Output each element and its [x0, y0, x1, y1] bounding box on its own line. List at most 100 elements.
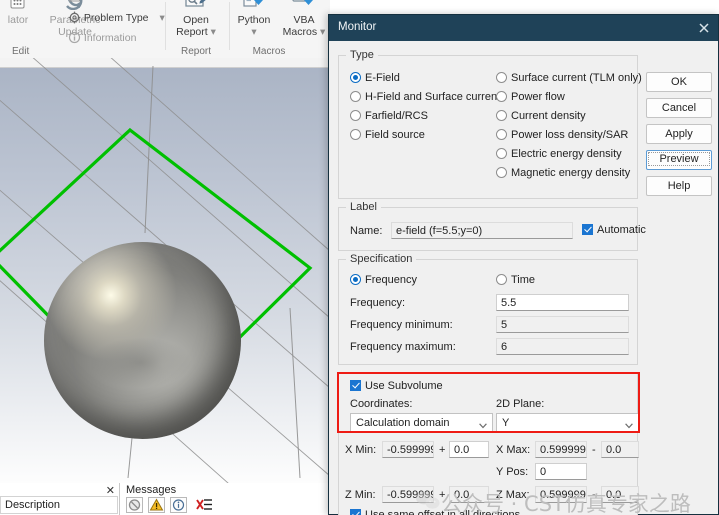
checkbox-icon	[350, 509, 361, 515]
ribbon-button-parameters-label: Parameters	[84, 0, 138, 3]
messages-title: Messages	[126, 484, 177, 496]
z-min-input[interactable]: -0.599999	[382, 486, 434, 503]
x-min-offset-input[interactable]: 0.0	[449, 441, 489, 458]
monitor-dialog: Monitor Type E-Field H-Field and Surface…	[328, 14, 719, 515]
frequency-label: Frequency:	[350, 297, 406, 309]
info-icon[interactable]	[170, 497, 187, 513]
ribbon-group-macros: Python ▾ VB VBA Macros ▾ Macros	[230, 0, 328, 58]
x-max-offset-input[interactable]: 0.0	[601, 441, 639, 458]
x-min-label: X Min:	[345, 444, 377, 456]
frequency-minimum-input[interactable]: 5	[496, 316, 629, 333]
chevron-down-icon[interactable]: ▾	[208, 26, 216, 38]
radio-electric-energy-density[interactable]: Electric energy density	[496, 148, 622, 160]
2d-plane-select[interactable]: Y	[496, 413, 639, 432]
coordinates-select-value: Calculation domain	[356, 417, 450, 429]
ribbon-button-problem-type[interactable]: Problem Type ▾	[68, 11, 178, 27]
sphere-object[interactable]	[44, 242, 241, 439]
ribbon-button-open-report-label-2: Report	[176, 26, 208, 38]
ribbon-button-parameters[interactable]: p Parameters	[68, 0, 158, 6]
ribbon-toolbar: lator x Parametric Update p	[0, 0, 330, 59]
open-report-icon	[166, 0, 226, 13]
coordinates-select[interactable]: Calculation domain	[350, 413, 493, 432]
3d-model-view[interactable]	[0, 58, 331, 483]
radio-power-loss-density-sar[interactable]: Power loss density/SAR	[496, 129, 628, 141]
help-button[interactable]: Help	[646, 176, 712, 196]
radio-dot-icon	[350, 72, 361, 83]
checkbox-icon	[582, 224, 593, 235]
checkbox-icon	[350, 380, 361, 391]
radio-field-source-label: Field source	[365, 129, 425, 141]
radio-field-source[interactable]: Field source	[350, 129, 425, 141]
radio-power-flow[interactable]: Power flow	[496, 91, 565, 103]
radio-farfield-rcs-label: Farfield/RCS	[365, 110, 428, 122]
radio-magnetic-energy-density-label: Magnetic energy density	[511, 167, 631, 179]
name-input[interactable]: e-field (f=5.5;y=0)	[391, 222, 573, 239]
x-max-input[interactable]: 0.599999	[535, 441, 587, 458]
radio-frequency-label: Frequency	[365, 274, 417, 286]
z-max-offset-input[interactable]: 0.0	[601, 486, 639, 503]
app-window: lator x Parametric Update p	[0, 0, 719, 515]
radio-h-field-surface-current-label: H-Field and Surface current	[365, 91, 501, 103]
column-header-description[interactable]: Description	[0, 496, 118, 514]
y-pos-input[interactable]: 0	[535, 463, 587, 480]
type-group: Type E-Field H-Field and Surface current…	[338, 49, 642, 199]
preview-button[interactable]: Preview	[646, 150, 712, 170]
cancel-button[interactable]: Cancel	[646, 98, 712, 118]
chevron-down-icon[interactable]: ▾	[251, 26, 256, 38]
chevron-down-icon	[479, 420, 487, 429]
automatic-checkbox[interactable]: Automatic	[582, 224, 646, 236]
radio-h-field-surface-current[interactable]: H-Field and Surface current	[350, 91, 500, 103]
radio-e-field-label: E-Field	[365, 72, 400, 84]
close-icon[interactable]	[694, 19, 714, 37]
2d-plane-select-value: Y	[502, 417, 510, 429]
svg-text:VB: VB	[295, 0, 305, 1]
ribbon-button-open-report[interactable]: Open Report ▾	[166, 0, 226, 38]
dialog-title-bar[interactable]: Monitor	[329, 15, 718, 41]
ribbon-button-vba-macros[interactable]: VB VBA Macros ▾	[278, 0, 330, 38]
dialog-title: Monitor	[338, 21, 377, 33]
radio-time[interactable]: Time	[496, 274, 535, 286]
ribbon-button-simulator[interactable]: lator	[0, 0, 40, 26]
radio-dot-icon	[496, 129, 507, 140]
radio-farfield-rcs[interactable]: Farfield/RCS	[350, 110, 428, 122]
apply-button[interactable]: Apply	[646, 124, 712, 144]
x-min-input[interactable]: -0.599999	[382, 441, 434, 458]
radio-dot-icon	[496, 91, 507, 102]
radio-electric-energy-density-label: Electric energy density	[511, 148, 622, 160]
radio-magnetic-energy-density[interactable]: Magnetic energy density	[496, 167, 630, 179]
ribbon-button-python[interactable]: Python ▾	[228, 0, 280, 38]
y-pos-label: Y Pos:	[496, 466, 529, 478]
calculator-icon	[0, 0, 40, 13]
ribbon-button-simulator-label: lator	[7, 14, 29, 26]
ribbon-group-edit-label: Edit	[12, 46, 30, 57]
info-icon	[68, 31, 81, 47]
radio-dot-icon	[350, 110, 361, 121]
chevron-down-icon[interactable]: ▾	[317, 26, 325, 38]
frequency-input[interactable]: 5.5	[496, 294, 629, 311]
radio-current-density-label: Current density	[511, 110, 586, 122]
svg-text:p: p	[71, 0, 75, 1]
specification-group-caption: Specification	[346, 253, 417, 265]
python-macros-icon	[228, 0, 280, 13]
radio-surface-current-tlm[interactable]: Surface current (TLM only)	[496, 72, 642, 84]
z-min-offset-input[interactable]: 0.0	[449, 486, 489, 503]
radio-surface-current-tlm-label: Surface current (TLM only)	[511, 72, 642, 84]
frequency-maximum-input[interactable]: 6	[496, 338, 629, 355]
clear-messages-icon[interactable]	[196, 497, 214, 513]
parameters-icon: p	[68, 0, 81, 6]
radio-current-density[interactable]: Current density	[496, 110, 586, 122]
z-max-input[interactable]: 0.599999	[535, 486, 587, 503]
chevron-down-icon[interactable]: ▾	[159, 12, 164, 24]
radio-power-flow-label: Power flow	[511, 91, 565, 103]
radio-e-field[interactable]: E-Field	[350, 72, 400, 84]
z-min-label: Z Min:	[345, 489, 376, 501]
radio-frequency[interactable]: Frequency	[350, 274, 417, 286]
ok-button[interactable]: OK	[646, 72, 712, 92]
warning-icon[interactable]	[148, 497, 165, 513]
error-icon[interactable]	[126, 497, 143, 513]
same-offset-checkbox[interactable]: Use same offset in all directions	[350, 509, 520, 515]
ribbon-button-problem-type-label: Problem Type	[83, 12, 149, 24]
use-subvolume-checkbox[interactable]: Use Subvolume	[350, 380, 443, 392]
dialog-body: Type E-Field H-Field and Surface current…	[329, 41, 718, 515]
ribbon-button-information[interactable]: Information	[68, 31, 168, 47]
